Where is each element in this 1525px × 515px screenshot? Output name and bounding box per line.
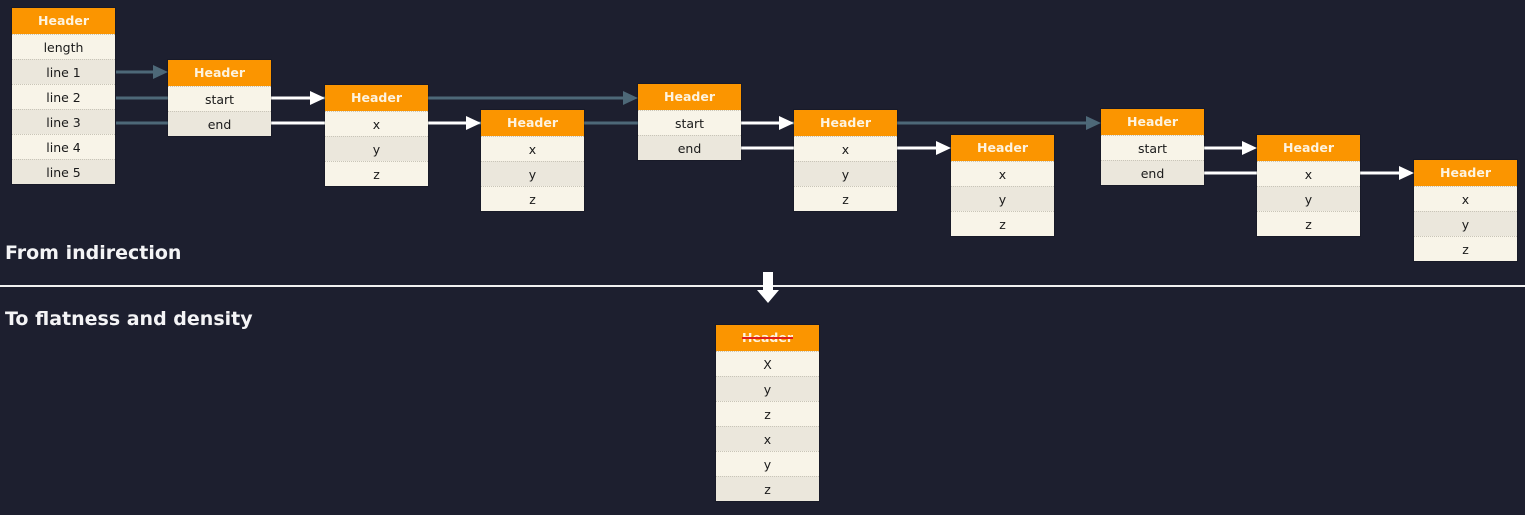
node-line2-end: Header x y z [951, 135, 1054, 236]
caption-to-flatness: To flatness and density [5, 308, 253, 330]
node-line1: Header start end [168, 60, 271, 136]
node-field: y [716, 376, 819, 401]
node-line2: Header start end [638, 84, 741, 160]
arrowhead-icon [310, 91, 325, 105]
node-field: x [951, 161, 1054, 186]
node-header: Header [1414, 160, 1517, 186]
node-header: Header [168, 60, 271, 86]
node-field: length [12, 34, 115, 59]
node-line3-end: Header x y z [1414, 160, 1517, 261]
node-root: Header length line 1 line 2 line 3 line … [12, 8, 115, 184]
node-header-struck: Header [716, 325, 819, 351]
node-field: x [1414, 186, 1517, 211]
node-header: Header [1101, 109, 1204, 135]
node-field: line 5 [12, 159, 115, 184]
node-field: y [1414, 211, 1517, 236]
node-header: Header [638, 84, 741, 110]
node-field: x [716, 426, 819, 451]
node-field: z [794, 186, 897, 211]
arrowhead-icon [936, 141, 951, 155]
node-line2-start: Header x y z [794, 110, 897, 211]
node-header: Header [1257, 135, 1360, 161]
node-field: x [794, 136, 897, 161]
node-line1-start: Header x y z [325, 85, 428, 186]
node-header: Header [325, 85, 428, 111]
node-field: end [1101, 160, 1204, 185]
node-field: y [951, 186, 1054, 211]
node-header: Header [951, 135, 1054, 161]
node-field: z [481, 186, 584, 211]
node-field: x [1257, 161, 1360, 186]
value-link-line1-start [271, 91, 325, 105]
arrowhead-icon [466, 116, 481, 130]
node-field: line 2 [12, 84, 115, 109]
arrowhead-icon [1242, 141, 1257, 155]
node-field: z [325, 161, 428, 186]
node-header: Header [794, 110, 897, 136]
node-field: y [325, 136, 428, 161]
struck-header-label: Header [742, 330, 793, 345]
node-field: y [1257, 186, 1360, 211]
diagram-stage: Header length line 1 line 2 line 3 line … [0, 0, 1525, 515]
node-field: end [638, 135, 741, 160]
node-field: z [716, 401, 819, 426]
node-field: start [168, 86, 271, 111]
node-field: start [1101, 135, 1204, 160]
node-field: start [638, 110, 741, 135]
node-field: z [951, 211, 1054, 236]
node-field: X [716, 351, 819, 376]
node-header: Header [12, 8, 115, 34]
arrowhead-icon [779, 116, 794, 130]
node-field: z [716, 476, 819, 501]
arrowhead-icon [1399, 166, 1414, 180]
node-line3: Header start end [1101, 109, 1204, 185]
node-field: line 4 [12, 134, 115, 159]
node-header: Header [481, 110, 584, 136]
arrowhead-icon [1086, 116, 1101, 130]
node-field: x [325, 111, 428, 136]
node-field: y [716, 451, 819, 476]
value-link-line3-start [1204, 141, 1257, 155]
caption-from-indirection: From indirection [5, 242, 182, 264]
node-field: line 3 [12, 109, 115, 134]
node-field: line 1 [12, 59, 115, 84]
node-field: z [1414, 236, 1517, 261]
pointer-link-line2-b [428, 91, 638, 105]
node-field: y [794, 161, 897, 186]
node-field: z [1257, 211, 1360, 236]
node-line3-start: Header x y z [1257, 135, 1360, 236]
down-arrow-icon [757, 272, 779, 303]
arrowhead-icon [153, 65, 168, 79]
node-field: end [168, 111, 271, 136]
node-field: y [481, 161, 584, 186]
node-line1-end: Header x y z [481, 110, 584, 211]
node-flat: Header X y z x y z [716, 325, 819, 501]
node-field: x [481, 136, 584, 161]
value-link-line2-start [741, 116, 794, 130]
pointer-link-line3-d [897, 116, 1101, 130]
arrowhead-icon [623, 91, 638, 105]
pointer-link-line1 [116, 65, 168, 79]
